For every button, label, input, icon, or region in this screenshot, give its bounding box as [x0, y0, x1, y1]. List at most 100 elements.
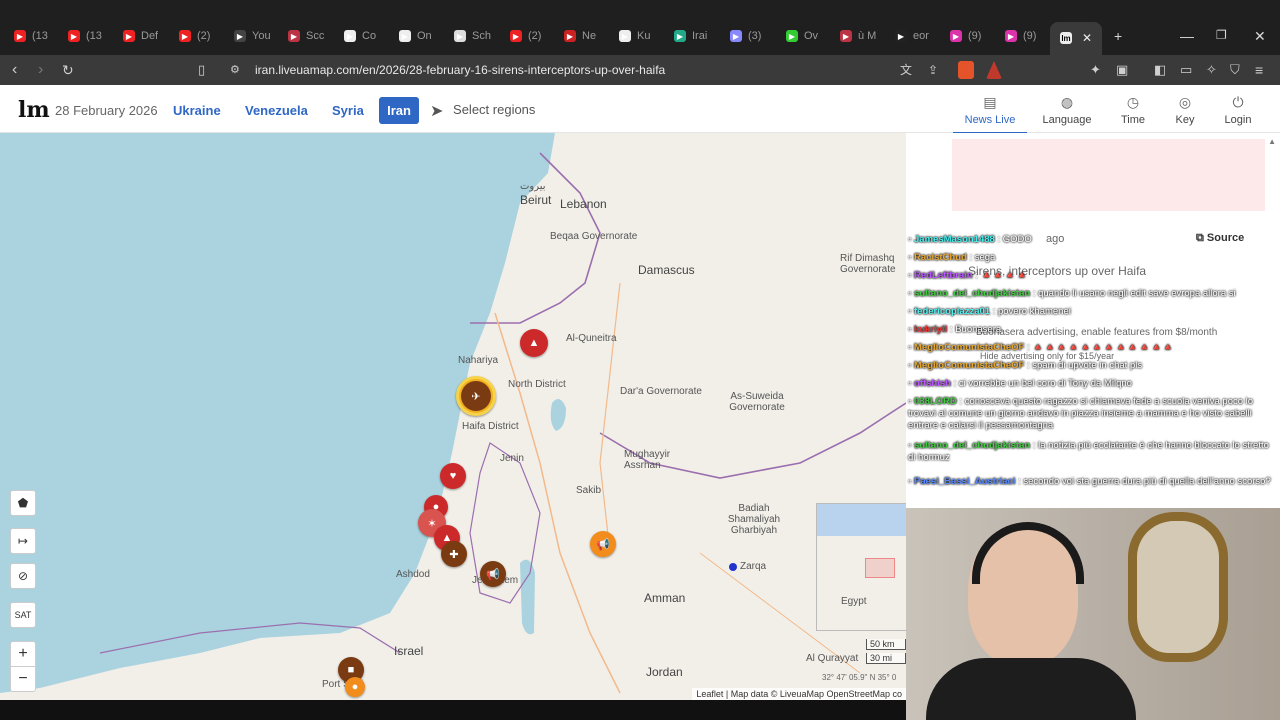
forward-icon[interactable]: › [38, 61, 43, 79]
restore-icon[interactable]: ❐ [1216, 28, 1227, 42]
translate-icon[interactable]: 文 [900, 61, 912, 79]
region-iran[interactable]: Iran [379, 97, 419, 124]
tab[interactable]: ▶ Co [344, 27, 376, 45]
tab[interactable]: ▶ Irai [674, 27, 707, 45]
liveuamap-icon: lm [1060, 32, 1072, 44]
draw-tool-button[interactable]: ⬟ [10, 490, 36, 516]
region-syria[interactable]: Syria [332, 103, 364, 118]
current-date[interactable]: 28 February 2026 [55, 103, 158, 118]
tab[interactable]: ▶ Scc [288, 27, 324, 45]
bottom-bar [0, 700, 906, 720]
tab[interactable]: ▶ ù M [840, 27, 876, 45]
wallet-icon[interactable]: ▭ [1180, 61, 1192, 79]
tab[interactable]: ▶ (9) [1005, 27, 1036, 45]
tab[interactable]: ▶ (3) [730, 27, 761, 45]
chat-username[interactable]: MeglioComunistaCheOF [914, 342, 1024, 353]
back-icon[interactable]: ‹ [12, 61, 17, 79]
minimize-icon[interactable]: — [1180, 28, 1194, 44]
chat-username[interactable]: offshish [914, 378, 951, 389]
liveuamap-icon: ▶ [619, 30, 631, 42]
hide-layer-button[interactable]: ⊘ [10, 563, 36, 589]
tab[interactable]: ▶ (2) [510, 27, 541, 45]
chat-username[interactable]: sultano_del_chudjakistan [914, 440, 1030, 451]
siren-marker[interactable]: ♥ [440, 463, 466, 489]
city-label: Badiah Shamaliyah Gharbiyah [727, 503, 781, 536]
url-field[interactable]: iran.liveuamap.com/en/2026/28-february-1… [255, 63, 665, 77]
announcement-marker[interactable]: 📢 [480, 561, 506, 587]
nav-news-live[interactable]: ▤ News Live [953, 94, 1027, 134]
nav-login[interactable]: ⏻ Login [1209, 94, 1267, 126]
chat-text: : Buonasera [949, 324, 1002, 335]
nav-time[interactable]: ◷ Time [1104, 94, 1162, 126]
extensions-icon[interactable]: ✦ [1090, 61, 1101, 79]
share-icon[interactable]: ⇪ [928, 61, 938, 79]
brave-shield-icon[interactable] [958, 61, 974, 79]
chat-username[interactable]: MeglioComunistaCheOF [914, 360, 1024, 371]
chat-message: ▫ federicopiazza01 : povero khamenei [908, 306, 1278, 318]
leo-icon[interactable]: ✧ [1206, 61, 1217, 79]
chat-username[interactable]: kukriyil [914, 324, 947, 335]
coordinate-readout: 32° 47' 05.9" N 35° 0 [822, 673, 897, 682]
siren-marker[interactable]: ▲ [520, 329, 548, 357]
new-tab-button[interactable]: + [1114, 28, 1122, 44]
address-bar: ‹ › ↻ ▯ ⚙ iran.liveuamap.com/en/2026/28-… [0, 55, 1280, 85]
close-window-icon[interactable]: ✕ [1254, 28, 1266, 45]
tab[interactable]: ▶ (13 [68, 27, 102, 45]
minimap[interactable]: Egypt [816, 503, 906, 631]
tab[interactable]: ▶ (13 [14, 27, 48, 45]
tab-label: eor [913, 30, 929, 42]
medical-marker[interactable]: ✚ [441, 541, 467, 567]
region-venezuela[interactable]: Venezuela [245, 103, 308, 118]
tab[interactable]: ▶ Ku [619, 27, 650, 45]
chat-message: ▫ kukriyil : Buonasera [908, 324, 1278, 336]
youtube-icon: ▶ [123, 30, 135, 42]
site-settings-icon[interactable]: ⚙ [230, 61, 240, 79]
announcement-marker[interactable]: 📢 [590, 531, 616, 557]
event-marker[interactable]: ● [345, 677, 365, 697]
tab[interactable]: ▶ On [399, 27, 432, 45]
zoom-in-button[interactable]: + [10, 641, 36, 667]
liveuamap-logo[interactable]: lm [18, 97, 50, 123]
tab[interactable]: ▶ (9) [950, 27, 981, 45]
chat-username[interactable]: JamesMason1488 [914, 234, 995, 245]
tab[interactable]: ▶ Ov [786, 27, 818, 45]
chat-username[interactable]: RacistChud [914, 252, 967, 263]
chat-username[interactable]: RedLeftbrain [914, 270, 973, 281]
chat-username[interactable]: federicopiazza01 [914, 306, 990, 317]
sidebar-icon[interactable]: ◧ [1154, 61, 1166, 79]
measure-button[interactable]: ↦ [10, 528, 36, 554]
nav-key[interactable]: ◎ Key [1156, 94, 1214, 126]
chat-username[interactable]: sultano_del_chudjakistan [914, 288, 1030, 299]
highway [599, 282, 621, 554]
vpn-icon[interactable]: ⛉ [1230, 61, 1240, 79]
zoom-out-button[interactable]: − [10, 666, 36, 692]
reload-icon[interactable]: ↻ [62, 61, 74, 79]
ad-banner[interactable] [952, 139, 1265, 211]
satellite-toggle[interactable]: SAT [10, 602, 36, 628]
chat-message: ▫ sultano_del_chudjakistan : quando li u… [908, 288, 1278, 300]
region-ukraine[interactable]: Ukraine [173, 103, 221, 118]
menu-icon[interactable]: ≡ [1255, 61, 1263, 79]
map-attribution[interactable]: Leaflet | Map data © LiveuaMap OpenStree… [692, 688, 906, 700]
tab-label: (2) [528, 30, 542, 42]
reader-icon[interactable]: ▣ [1116, 61, 1128, 79]
chat-username[interactable]: Paesi_Bassi_Austriaci [914, 476, 1015, 487]
chat-username[interactable]: 038LORD [914, 396, 957, 407]
bookmark-icon[interactable]: ▯ [198, 61, 205, 79]
map-shapes [0, 133, 906, 694]
select-regions-button[interactable]: ➤ Select regions [430, 101, 535, 121]
tab[interactable]: ▶ eor [895, 27, 929, 45]
rewards-icon[interactable] [986, 61, 1002, 79]
tab[interactable]: ▶ Ne [564, 27, 596, 45]
tab-active[interactable]: lm ✕ [1050, 22, 1102, 55]
scroll-up-icon[interactable]: ▲ [1268, 137, 1276, 146]
close-tab-icon[interactable]: ✕ [1082, 31, 1092, 45]
interceptor-marker[interactable]: ✈ [456, 376, 496, 416]
map-canvas[interactable]: بيروت Beirut Lebanon Damascus Al-Quneitr… [0, 133, 906, 700]
tab[interactable]: ▶ Def [123, 27, 158, 45]
tab[interactable]: ▶ Sch [454, 27, 491, 45]
nav-language[interactable]: ◍ Language [1038, 94, 1096, 126]
chat-message: ▫ RacistChud : sega [908, 252, 1278, 264]
tab[interactable]: ▶ (2) [179, 27, 210, 45]
tab[interactable]: ▶ You [234, 27, 271, 45]
